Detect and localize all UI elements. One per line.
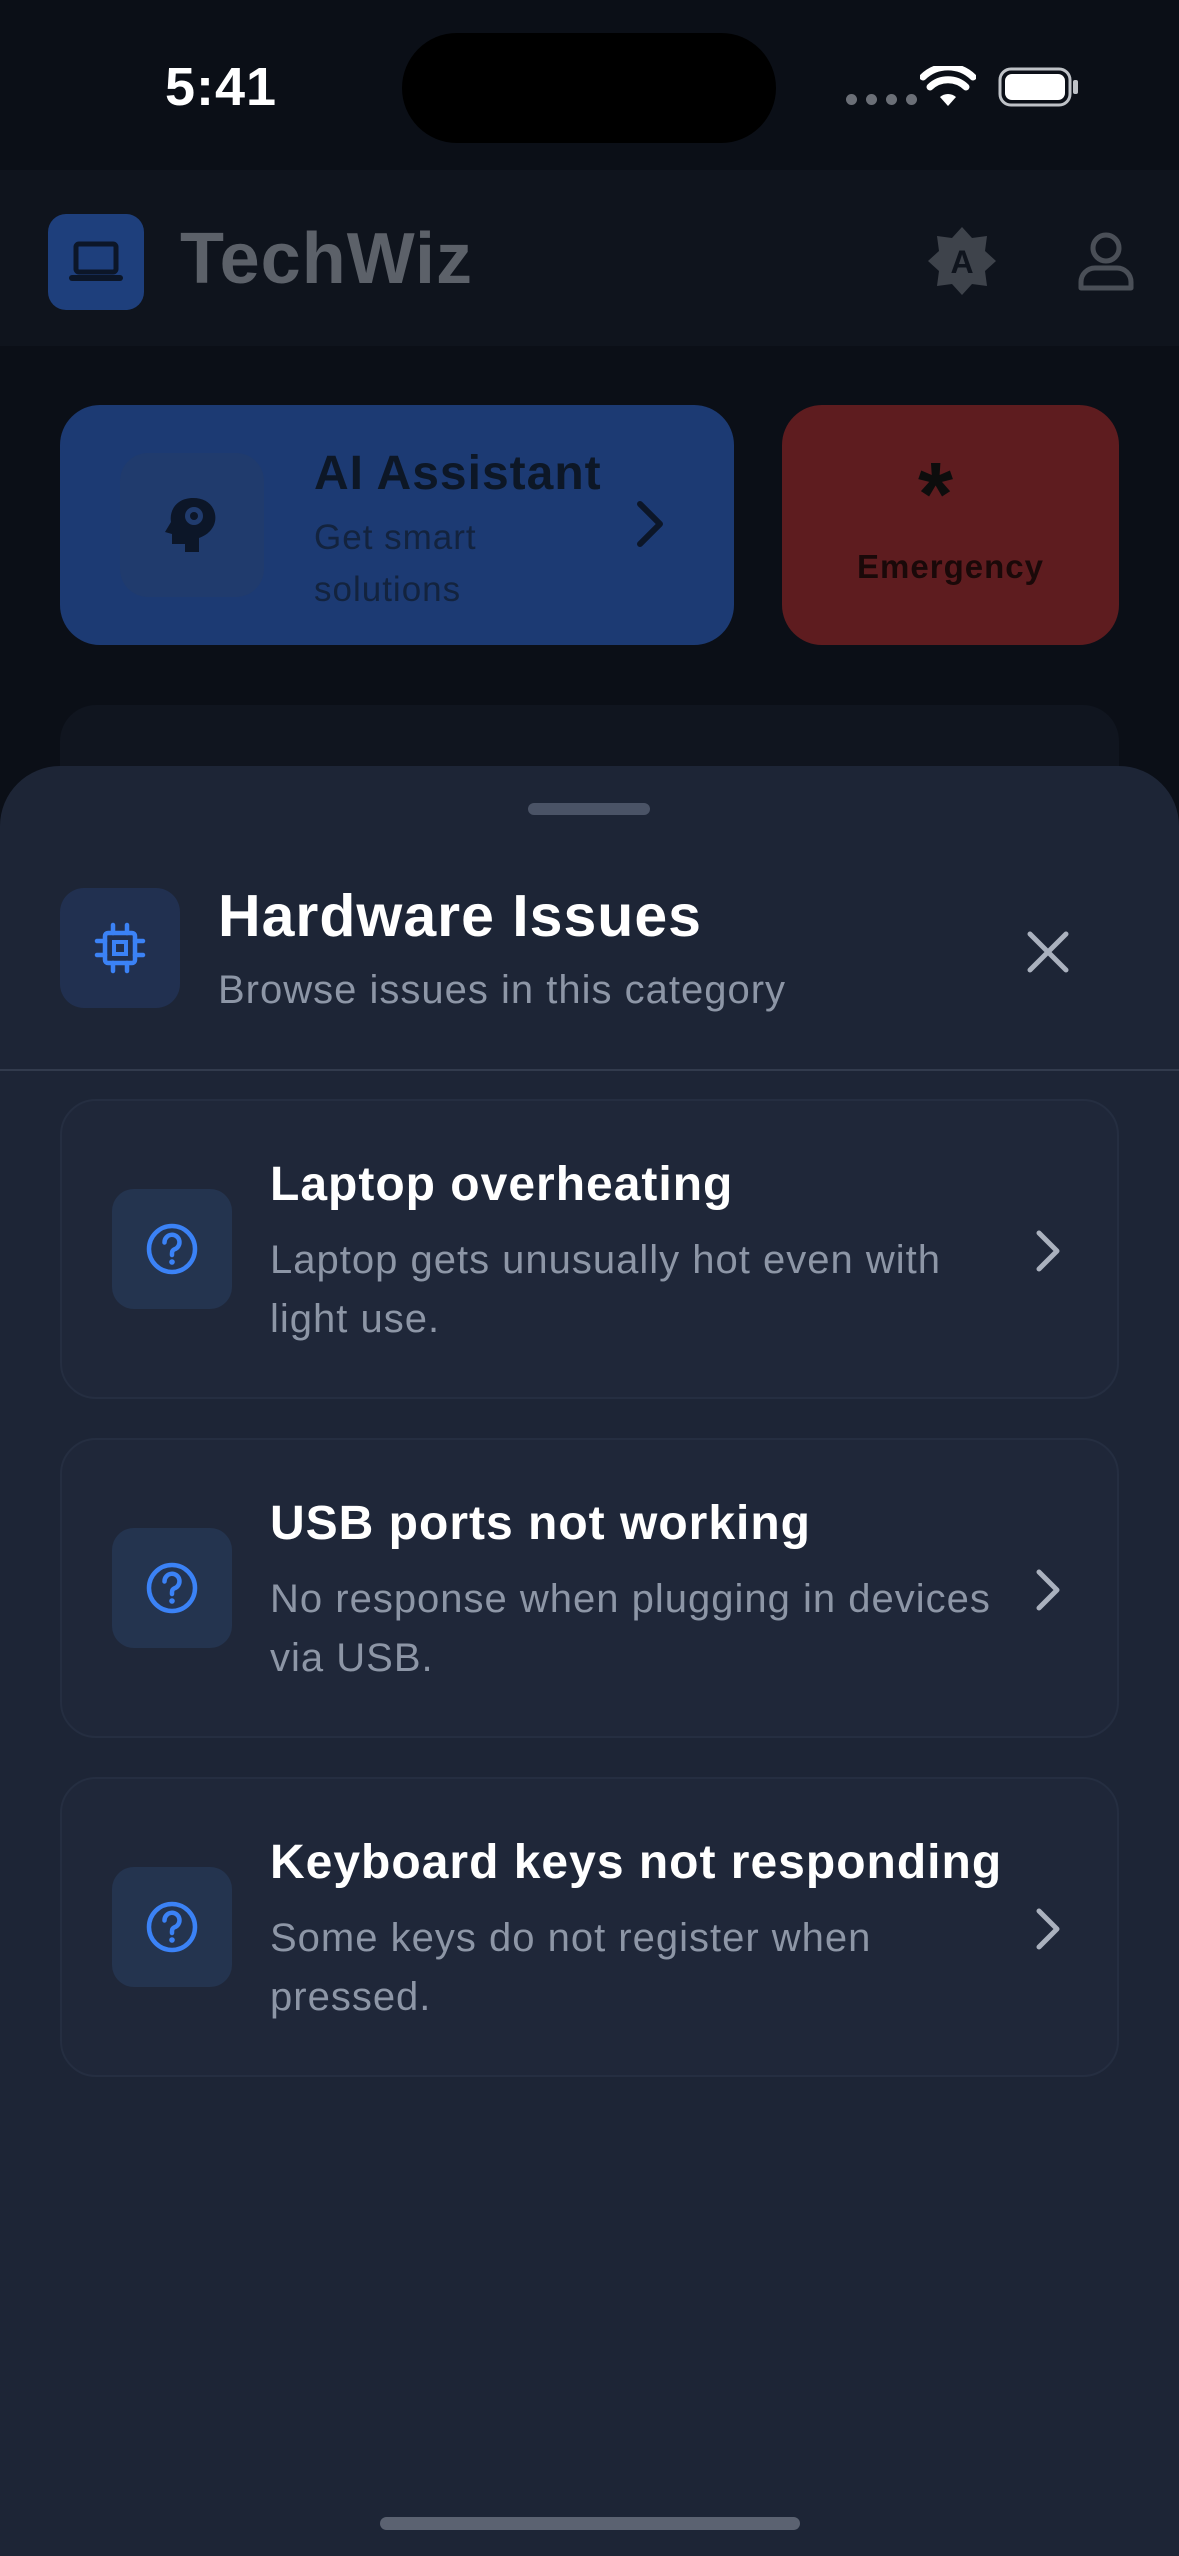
close-icon: [1027, 931, 1069, 973]
issue-icon-container: [112, 1528, 232, 1648]
issue-card[interactable]: Laptop overheating Laptop gets unusually…: [60, 1099, 1119, 1399]
close-button[interactable]: [1008, 912, 1088, 992]
issue-description: Laptop gets unusually hot even with ligh…: [270, 1238, 941, 1341]
laptop-icon: [69, 241, 123, 281]
app-title: TechWiz: [180, 219, 474, 299]
category-icon-container: [60, 888, 180, 1008]
issue-description: No response when plugging in devices via…: [270, 1577, 991, 1680]
asterisk-icon: *: [918, 445, 954, 545]
profile-button[interactable]: [1066, 221, 1146, 301]
battery-icon: [998, 67, 1078, 107]
issue-title: Keyboard keys not responding: [270, 1836, 1003, 1889]
brightness-auto-icon: A: [928, 227, 996, 295]
issue-title: USB ports not working: [270, 1497, 811, 1550]
help-circle-icon: [146, 1223, 198, 1275]
ai-assistant-subtitle: Get smart solutions: [314, 518, 477, 609]
wifi-icon: [920, 66, 976, 106]
user-icon: [1078, 232, 1134, 291]
issue-title: Laptop overheating: [270, 1158, 734, 1211]
app-header: [0, 170, 1179, 346]
help-circle-icon: [146, 1901, 198, 1953]
issue-description: Some keys do not register when pressed.: [270, 1916, 872, 2019]
sheet-grabber[interactable]: [528, 803, 650, 815]
help-circle-icon: [146, 1562, 198, 1614]
issue-card[interactable]: USB ports not working No response when p…: [60, 1438, 1119, 1738]
theme-toggle-button[interactable]: A: [922, 221, 1002, 301]
chevron-right-icon: [1036, 1230, 1060, 1272]
issue-card[interactable]: Keyboard keys not responding Some keys d…: [60, 1777, 1119, 2077]
brain-gear-icon: [165, 498, 216, 552]
cpu-chip-icon: [94, 922, 146, 974]
cellular-signal-icon: [846, 94, 917, 105]
issue-icon-container: [112, 1189, 232, 1309]
svg-text:A: A: [950, 244, 973, 280]
status-time: 5:41: [165, 57, 278, 117]
chevron-right-icon: [1036, 1908, 1060, 1950]
chevron-right-icon: [637, 501, 663, 547]
app-logo: [48, 214, 144, 310]
sheet-title: Hardware Issues: [218, 883, 702, 949]
sheet-subtitle: Browse issues in this category: [218, 968, 787, 1012]
ai-assistant-title: AI Assistant: [314, 447, 602, 500]
home-indicator[interactable]: [380, 2517, 800, 2530]
chevron-right-icon: [1036, 1569, 1060, 1611]
emergency-label: Emergency: [857, 548, 1044, 585]
dynamic-island: [402, 33, 776, 143]
sheet-divider: [0, 1069, 1179, 1071]
ai-icon-container: [120, 453, 264, 597]
issue-icon-container: [112, 1867, 232, 1987]
